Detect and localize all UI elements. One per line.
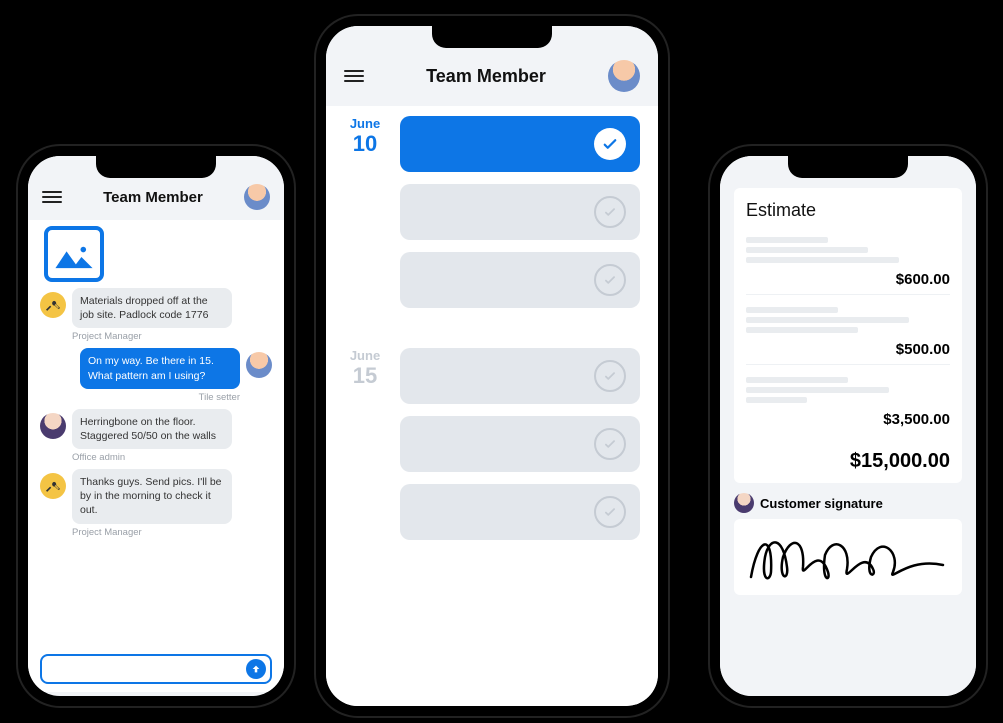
tools-avatar-icon [40, 473, 66, 499]
phone-notch [788, 156, 908, 178]
estimate-line-item: $600.00 [746, 231, 950, 295]
chat-bubble[interactable]: Materials dropped off at the job site. P… [72, 288, 232, 328]
message-row: Materials dropped off at the job site. P… [40, 288, 272, 328]
check-icon [594, 128, 626, 160]
sender-role: Tile setter [40, 392, 240, 403]
estimate-line-item: $3,500.00 [746, 371, 950, 434]
header-title: Team Member [364, 66, 608, 87]
check-icon [594, 196, 626, 228]
check-icon [594, 264, 626, 296]
menu-icon[interactable] [344, 70, 364, 82]
chat-body: Materials dropped off at the job site. P… [28, 220, 284, 692]
estimate-line-item: $500.00 [746, 301, 950, 365]
task-card-active[interactable] [400, 116, 640, 172]
line-amount: $3,500.00 [746, 407, 950, 434]
task-card[interactable] [400, 416, 640, 472]
avatar[interactable] [244, 184, 270, 210]
calendar-body: June 10 [326, 106, 658, 706]
phone-notch [96, 156, 216, 178]
estimate-body: Estimate $600.00 $500.00 [720, 156, 976, 696]
calendar-day-group: June 10 [344, 116, 640, 308]
task-card[interactable] [400, 348, 640, 404]
estimate-card: Estimate $600.00 $500.00 [734, 188, 962, 483]
signature-label: Customer signature [760, 496, 883, 511]
send-button[interactable] [246, 659, 266, 679]
calendar-day-group: June 15 [344, 348, 640, 540]
line-amount: $500.00 [746, 337, 950, 365]
image-icon [55, 244, 93, 270]
signature-icon [743, 527, 953, 587]
signature-box[interactable] [734, 519, 962, 595]
date-month: June [344, 348, 386, 363]
task-card[interactable] [400, 252, 640, 308]
user-avatar-icon [246, 352, 272, 378]
menu-icon[interactable] [42, 191, 62, 203]
tools-avatar-icon [40, 292, 66, 318]
customer-avatar [734, 493, 754, 513]
estimate-total: $15,000.00 [746, 440, 950, 477]
check-icon [594, 360, 626, 392]
avatar[interactable] [608, 60, 640, 92]
phone-notch [432, 26, 552, 48]
date-label: June 10 [344, 116, 386, 157]
check-icon [594, 428, 626, 460]
sender-role: Project Manager [72, 331, 272, 342]
user-avatar-icon [40, 413, 66, 439]
message-row: Herringbone on the floor. Staggered 50/5… [40, 409, 272, 449]
header-title: Team Member [62, 189, 244, 206]
date-label: June 15 [344, 348, 386, 389]
task-card[interactable] [400, 184, 640, 240]
estimate-title: Estimate [746, 200, 950, 221]
date-day: 10 [344, 131, 386, 157]
chat-bubble[interactable]: Thanks guys. Send pics. I'll be by in th… [72, 469, 232, 524]
phone-estimate: Estimate $600.00 $500.00 [710, 146, 986, 706]
message-input[interactable] [40, 654, 272, 684]
sender-role: Project Manager [72, 527, 272, 538]
image-attachment-placeholder[interactable] [44, 226, 104, 282]
sender-role: Office admin [72, 452, 272, 463]
phone-chat: Team Member Materials dropped off at the… [18, 146, 294, 706]
chat-bubble[interactable]: On my way. Be there in 15. What pattern … [80, 348, 240, 388]
line-amount: $600.00 [746, 267, 950, 295]
task-card[interactable] [400, 484, 640, 540]
phone-calendar: Team Member June 10 [316, 16, 668, 716]
message-row: On my way. Be there in 15. What pattern … [40, 348, 272, 388]
chat-bubble[interactable]: Herringbone on the floor. Staggered 50/5… [72, 409, 232, 449]
date-month: June [344, 116, 386, 131]
check-icon [594, 496, 626, 528]
signature-header: Customer signature [734, 493, 962, 513]
date-day: 15 [344, 363, 386, 389]
message-row: Thanks guys. Send pics. I'll be by in th… [40, 469, 272, 524]
